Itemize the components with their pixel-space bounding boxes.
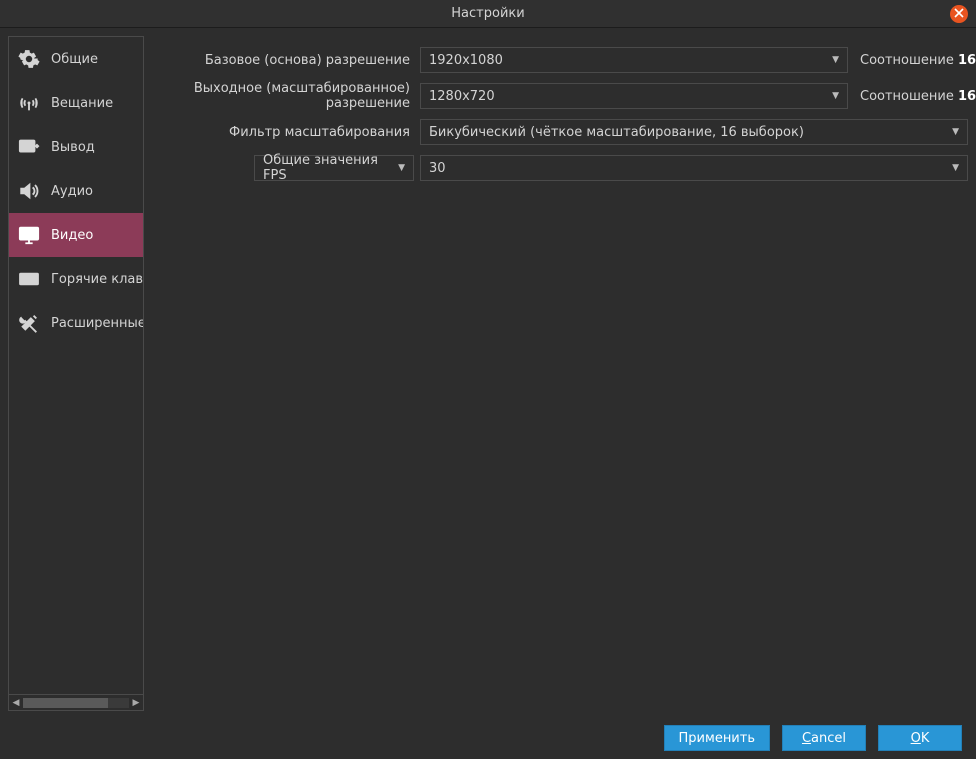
select-value: 1280x720 [429, 89, 495, 104]
sidebar-item-general[interactable]: Общие [9, 37, 143, 81]
chevron-down-icon: ▼ [398, 163, 405, 173]
select-base-resolution[interactable]: 1920x1080 ▼ [420, 47, 848, 73]
settings-window: Настройки Общие Вещание [0, 0, 976, 759]
output-aspect-ratio: Соотношение 16:9 [854, 89, 968, 104]
sidebar-item-hotkeys[interactable]: Горячие клавиши [9, 257, 143, 301]
broadcast-icon [17, 91, 41, 115]
select-downscale-filter[interactable]: Бикубический (чёткое масштабирование, 16… [420, 119, 968, 145]
close-icon [954, 7, 964, 22]
sidebar-item-label: Вывод [51, 140, 95, 155]
output-icon [17, 135, 41, 159]
scroll-thumb[interactable] [23, 698, 108, 708]
sidebar-list: Общие Вещание Вывод [9, 37, 143, 694]
content-panel: Базовое (основа) разрешение 1920x1080 ▼ … [152, 36, 968, 711]
sidebar-item-stream[interactable]: Вещание [9, 81, 143, 125]
scroll-right-icon[interactable]: ▶ [129, 695, 143, 710]
ok-button[interactable]: OK [878, 725, 962, 751]
monitor-icon [17, 223, 41, 247]
sidebar-item-audio[interactable]: Аудио [9, 169, 143, 213]
sidebar-item-video[interactable]: Видео [9, 213, 143, 257]
titlebar: Настройки [0, 0, 976, 28]
window-title: Настройки [451, 6, 524, 21]
chevron-down-icon: ▼ [832, 55, 839, 65]
speaker-icon [17, 179, 41, 203]
base-aspect-ratio: Соотношение 16:9 [854, 53, 968, 68]
sidebar-item-output[interactable]: Вывод [9, 125, 143, 169]
row-fps: Общие значения FPS ▼ 30 ▼ [152, 154, 968, 182]
sidebar-scrollbar[interactable]: ◀ ▶ [9, 694, 143, 710]
chevron-down-icon: ▼ [952, 127, 959, 137]
sidebar-item-label: Общие [51, 52, 98, 67]
chevron-down-icon: ▼ [952, 163, 959, 173]
scroll-track[interactable] [23, 698, 129, 708]
select-value: 1920x1080 [429, 53, 503, 68]
apply-button[interactable]: Применить [664, 725, 770, 751]
sidebar-item-advanced[interactable]: Расширенные [9, 301, 143, 345]
footer: Применить Cancel OK [0, 717, 976, 759]
label-base-resolution: Базовое (основа) разрешение [152, 53, 414, 68]
row-output-resolution: Выходное (масштабированное) разрешение 1… [152, 82, 968, 110]
sidebar-item-label: Вещание [51, 96, 113, 111]
gear-icon [17, 47, 41, 71]
fps-type-wrap: Общие значения FPS ▼ [152, 155, 414, 181]
select-value: 30 [429, 161, 446, 176]
sidebar-item-label: Расширенные [51, 316, 143, 331]
sidebar: Общие Вещание Вывод [8, 36, 144, 711]
select-value: Общие значения FPS [263, 153, 398, 183]
sidebar-item-label: Видео [51, 228, 93, 243]
row-base-resolution: Базовое (основа) разрешение 1920x1080 ▼ … [152, 46, 968, 74]
sidebar-item-label: Горячие клавиши [51, 272, 143, 287]
tools-icon [17, 311, 41, 335]
row-downscale-filter: Фильтр масштабирования Бикубический (чёт… [152, 118, 968, 146]
window-body: Общие Вещание Вывод [0, 28, 976, 717]
cancel-button[interactable]: Cancel [782, 725, 866, 751]
sidebar-item-label: Аудио [51, 184, 93, 199]
select-fps-type[interactable]: Общие значения FPS ▼ [254, 155, 414, 181]
chevron-down-icon: ▼ [832, 91, 839, 101]
window-close-button[interactable] [950, 5, 968, 23]
scroll-left-icon[interactable]: ◀ [9, 695, 23, 710]
label-downscale-filter: Фильтр масштабирования [152, 125, 414, 140]
select-output-resolution[interactable]: 1280x720 ▼ [420, 83, 848, 109]
keyboard-icon [17, 267, 41, 291]
select-fps-value[interactable]: 30 ▼ [420, 155, 968, 181]
label-output-resolution: Выходное (масштабированное) разрешение [152, 81, 414, 111]
select-value: Бикубический (чёткое масштабирование, 16… [429, 125, 804, 140]
